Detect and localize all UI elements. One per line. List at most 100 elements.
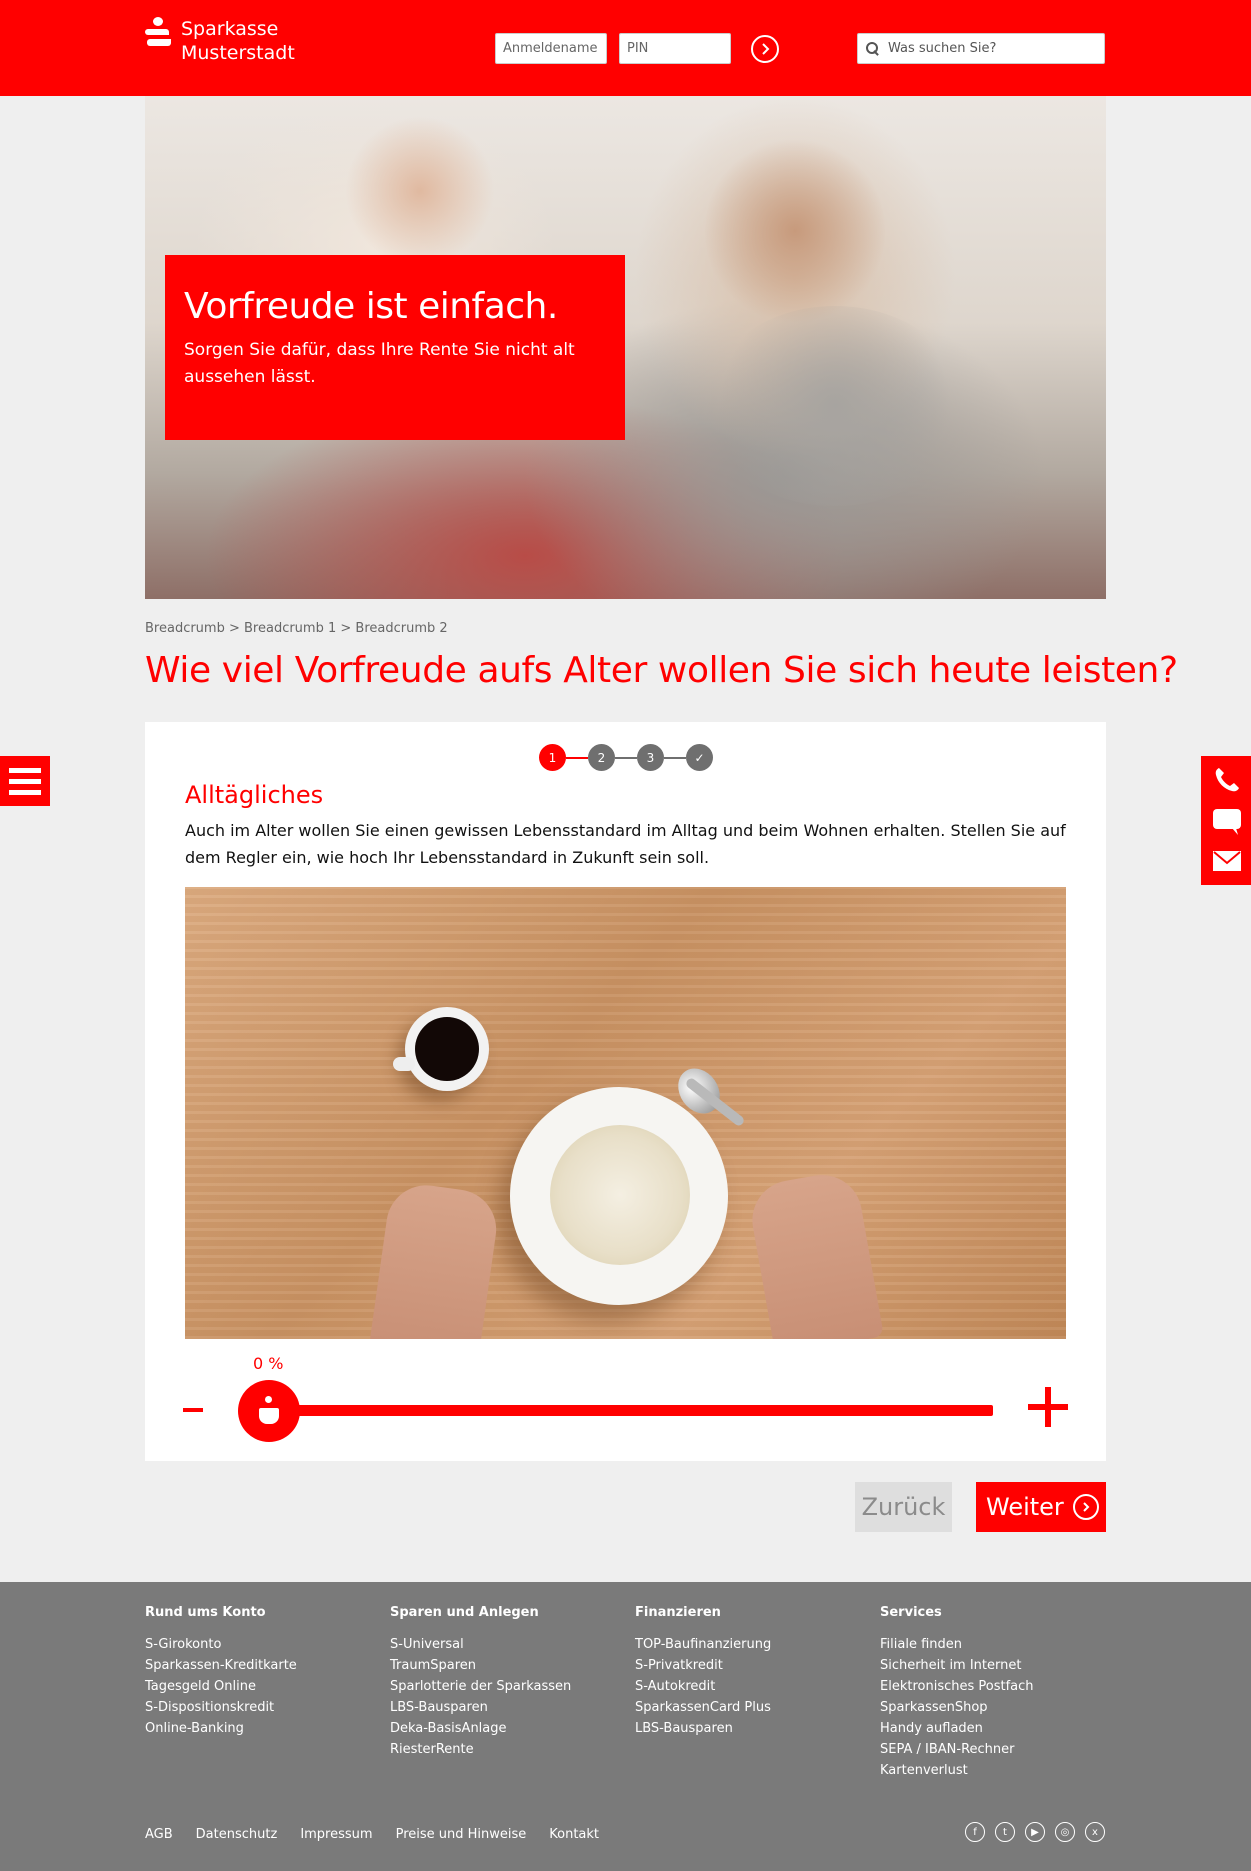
footer-link-datenschutz[interactable]: Datenschutz [196, 1827, 278, 1842]
step-connector [664, 756, 686, 759]
contact-sidebar [1201, 756, 1251, 885]
slider-handle[interactable] [238, 1380, 300, 1442]
section-title: Alltägliches [185, 781, 324, 809]
footer-link[interactable]: Kartenverlust [880, 1760, 1034, 1781]
decrease-button[interactable] [183, 1408, 203, 1412]
twitter-icon[interactable]: t [995, 1822, 1015, 1842]
footer-link[interactable]: Handy aufladen [880, 1718, 1034, 1739]
footer-link[interactable]: TOP-Baufinanzierung [635, 1634, 771, 1655]
footer-link[interactable]: Sparkassen-Kreditkarte [145, 1655, 297, 1676]
footer-link-impressum[interactable]: Impressum [300, 1827, 372, 1842]
chat-icon[interactable] [1212, 808, 1242, 836]
footer-link-kontakt[interactable]: Kontakt [549, 1827, 599, 1842]
coffee-cup [393, 1007, 489, 1091]
footer-link-agb[interactable]: AGB [145, 1827, 173, 1842]
step-done[interactable]: ✓ [686, 744, 713, 771]
footer-link[interactable]: S-Universal [390, 1634, 571, 1655]
footer-link[interactable]: Tagesgeld Online [145, 1676, 297, 1697]
porridge-plate [510, 1087, 728, 1305]
phone-icon[interactable] [1212, 765, 1242, 795]
brand-name: Sparkasse Musterstadt [181, 17, 295, 65]
footer-link[interactable]: S-Dispositionskredit [145, 1697, 297, 1718]
footer-link[interactable]: S-Girokonto [145, 1634, 297, 1655]
breadcrumb[interactable]: Breadcrumb > Breadcrumb 1 > Breadcrumb 2 [145, 621, 448, 636]
slider-value-label: 0 % [253, 1354, 284, 1373]
xing-icon[interactable]: x [1085, 1822, 1105, 1842]
mail-icon[interactable] [1212, 850, 1242, 872]
login-form: Anmeldename PIN [495, 33, 779, 64]
brand-line1: Sparkasse [181, 18, 279, 40]
social-links: f t ▶ ◎ x [965, 1822, 1115, 1842]
footer-link[interactable]: S-Autokredit [635, 1676, 771, 1697]
hero-image: Vorfreude ist einfach. Sorgen Sie dafür,… [145, 96, 1106, 599]
footer-column-finanzieren: Finanzieren TOP-Baufinanzierung S-Privat… [635, 1605, 771, 1739]
brand-line2: Musterstadt [181, 42, 295, 64]
footer-link[interactable]: LBS-Bausparen [390, 1697, 571, 1718]
sparkasse-logo[interactable]: Sparkasse Musterstadt [145, 17, 295, 65]
footer-link[interactable]: Elektronisches Postfach [880, 1676, 1034, 1697]
next-button-label: Weiter [986, 1493, 1064, 1521]
footer-column-title: Rund ums Konto [145, 1605, 266, 1620]
hero-person-younger [705, 136, 885, 326]
step-connector [566, 756, 588, 759]
page-title: Wie viel Vorfreude aufs Alter wollen Sie… [145, 650, 1178, 691]
progress-stepper: 1 2 3 ✓ [539, 744, 713, 771]
footer-link[interactable]: LBS-Bausparen [635, 1718, 771, 1739]
menu-toggle-button[interactable] [0, 756, 50, 806]
footer-link[interactable]: Deka-BasisAnlage [390, 1718, 571, 1739]
youtube-icon[interactable]: ▶ [1025, 1822, 1045, 1842]
footer-link[interactable]: Online-Banking [145, 1718, 297, 1739]
hero-person-older [345, 116, 495, 266]
footer-link[interactable]: Filiale finden [880, 1634, 1034, 1655]
search-placeholder: Was suchen Sie? [888, 41, 997, 56]
slider-track[interactable] [265, 1405, 993, 1416]
footer-link[interactable]: SparkassenCard Plus [635, 1697, 771, 1718]
hero-shirt [705, 306, 965, 506]
chevron-right-icon [1072, 1494, 1099, 1520]
mortar-icon [255, 1396, 283, 1426]
hero-subtitle: Sorgen Sie dafür, dass Ihre Rente Sie ni… [184, 340, 575, 387]
footer-link-preise[interactable]: Preise und Hinweise [396, 1827, 527, 1842]
section-description: Auch im Alter wollen Sie einen gewissen … [185, 821, 1066, 867]
step-1[interactable]: 1 [539, 744, 566, 771]
next-button[interactable]: Weiter [976, 1482, 1106, 1532]
left-hand [368, 1180, 502, 1339]
hamburger-icon-bar [9, 768, 41, 773]
search-input[interactable]: Was suchen Sie? [857, 33, 1105, 64]
breakfast-table-image [185, 887, 1066, 1339]
back-button[interactable]: Zurück [855, 1482, 952, 1532]
search-icon [866, 42, 879, 55]
hamburger-icon-bar [9, 790, 41, 795]
footer-link[interactable]: RiesterRente [390, 1739, 571, 1760]
footer-link[interactable]: S-Privatkredit [635, 1655, 771, 1676]
footer-link[interactable]: Sicherheit im Internet [880, 1655, 1034, 1676]
footer-column-title: Services [880, 1605, 942, 1620]
chevron-right-icon [762, 42, 770, 55]
footer-column-sparen: Sparen und Anlegen S-Universal TraumSpar… [390, 1605, 571, 1760]
footer-column-konto: Rund ums Konto S-Girokonto Sparkassen-Kr… [145, 1605, 297, 1739]
hamburger-icon-bar [9, 779, 41, 784]
calculator-card: 1 2 3 ✓ Alltägliches Auch im Alter wolle… [145, 722, 1106, 1461]
step-connector [615, 756, 637, 759]
right-hand [746, 1168, 884, 1339]
username-input[interactable]: Anmeldename [495, 33, 607, 64]
site-header: Sparkasse Musterstadt Anmeldename PIN Wa… [0, 0, 1251, 96]
footer-column-services: Services Filiale finden Sicherheit im In… [880, 1605, 1034, 1781]
step-3[interactable]: 3 [637, 744, 664, 771]
footer-link[interactable]: Sparlotterie der Sparkassen [390, 1676, 571, 1697]
footer-link[interactable]: SEPA / IBAN-Rechner [880, 1739, 1034, 1760]
footer-column-title: Sparen und Anlegen [390, 1605, 539, 1620]
hero-teaser-box: Vorfreude ist einfach. Sorgen Sie dafür,… [165, 255, 625, 440]
pin-input[interactable]: PIN [619, 33, 731, 64]
login-submit-button[interactable] [751, 34, 779, 63]
facebook-icon[interactable]: f [965, 1822, 985, 1842]
site-footer: Rund ums Konto S-Girokonto Sparkassen-Kr… [0, 1582, 1251, 1871]
footer-link[interactable]: SparkassenShop [880, 1697, 1034, 1718]
hero-title: Vorfreude ist einfach. [184, 286, 558, 327]
footer-column-title: Finanzieren [635, 1605, 721, 1620]
step-2[interactable]: 2 [588, 744, 615, 771]
footer-link[interactable]: TraumSparen [390, 1655, 571, 1676]
sparkasse-s-icon [145, 17, 171, 49]
instagram-icon[interactable]: ◎ [1055, 1822, 1075, 1842]
increase-button[interactable] [1028, 1387, 1068, 1427]
